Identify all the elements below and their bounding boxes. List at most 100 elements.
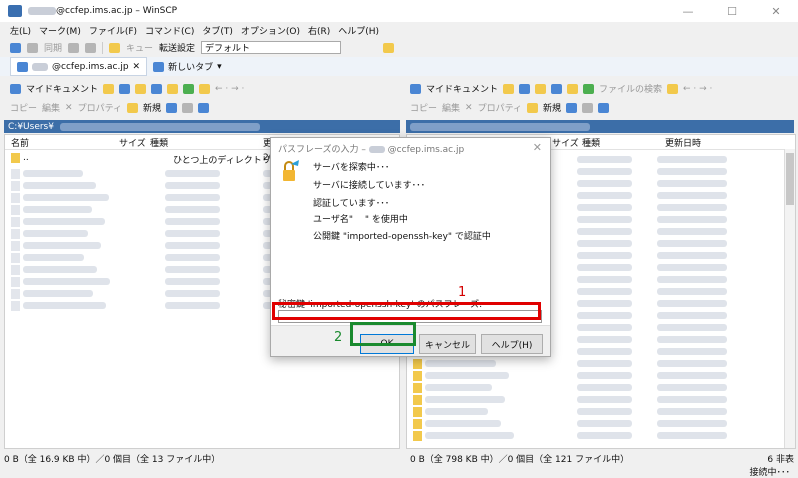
redacted-cell <box>165 206 220 213</box>
transfer-settings-value: デフォルト <box>205 44 251 54</box>
back-forward-icons[interactable]: ← · → · <box>215 84 244 94</box>
left-edit-button[interactable]: 編集 <box>42 101 60 114</box>
col-name[interactable]: 名前 <box>11 136 29 149</box>
compare-icon[interactable] <box>10 42 21 53</box>
select-minus-icon[interactable] <box>582 102 594 113</box>
right-path-bar[interactable] <box>406 120 794 133</box>
menu-left[interactable]: 左(L) <box>10 24 31 37</box>
tab-session[interactable]: @ccfep.ims.ac.jp ✕ <box>10 57 148 76</box>
tab-new[interactable]: 新しいタブ ▾ <box>147 58 228 75</box>
right-new-button[interactable]: 新規 <box>543 101 561 114</box>
left-copy-button[interactable]: コピー <box>10 101 37 114</box>
find-icon[interactable] <box>667 83 679 94</box>
table-row[interactable] <box>407 429 795 444</box>
extensions-icon[interactable] <box>383 42 395 53</box>
redacted-cell <box>23 218 105 225</box>
dialog-close-icon[interactable]: ✕ <box>533 141 542 154</box>
back-forward-icons[interactable]: ← · → · <box>683 84 712 94</box>
left-path-bar[interactable]: C:¥Users¥ <box>4 120 400 133</box>
open-folder-icon[interactable] <box>503 83 515 94</box>
chevron-down-icon[interactable]: ▾ <box>217 62 222 72</box>
menu-mark[interactable]: マーク(M) <box>39 24 81 37</box>
title-bar: @ccfep.ims.ac.jp – WinSCP — ☐ ✕ <box>0 0 798 22</box>
preferences-icon[interactable] <box>109 42 121 53</box>
redacted-cell <box>165 170 220 177</box>
menu-bar: 左(L) マーク(M) ファイル(F) コマンド(C) タブ(T) オプション(… <box>0 22 798 38</box>
file-icon <box>413 371 422 381</box>
redacted-cell <box>577 312 632 319</box>
sync-button[interactable]: 同期 <box>44 41 62 54</box>
parent-dir-icon[interactable] <box>135 83 147 94</box>
left-new-button[interactable]: 新規 <box>143 101 161 114</box>
menu-command[interactable]: コマンド(C) <box>145 24 194 37</box>
select-plus-icon[interactable] <box>566 102 578 113</box>
redacted-cell <box>657 408 727 415</box>
maximize-button[interactable]: ☐ <box>710 5 754 18</box>
redacted-cell <box>577 324 632 331</box>
console-icon[interactable] <box>68 42 80 53</box>
delete-icon[interactable]: ✕ <box>65 103 73 113</box>
col-size[interactable]: サイズ <box>119 136 146 149</box>
redacted-path <box>59 122 260 131</box>
select-minus-icon[interactable] <box>182 102 194 113</box>
menu-file[interactable]: ファイル(F) <box>89 24 137 37</box>
right-edit-button[interactable]: 編集 <box>442 101 460 114</box>
col-type[interactable]: 種類 <box>582 136 600 149</box>
redacted-cell <box>657 300 727 307</box>
minimize-button[interactable]: — <box>666 5 710 18</box>
filter-check-icon[interactable] <box>598 102 610 113</box>
transfer-settings-select[interactable]: デフォルト <box>201 41 342 54</box>
redacted-cell <box>577 396 632 403</box>
col-type[interactable]: 種類 <box>150 136 168 149</box>
filter-icon[interactable] <box>119 83 131 94</box>
window-controls: — ☐ ✕ <box>666 5 798 18</box>
putty-icon[interactable] <box>85 42 97 53</box>
highlight-ok-button <box>350 322 416 346</box>
delete-icon[interactable]: ✕ <box>465 103 473 113</box>
tab-close-icon[interactable]: ✕ <box>133 62 141 72</box>
refresh-icon[interactable] <box>583 83 595 94</box>
home-icon[interactable] <box>567 83 579 94</box>
window-title: @ccfep.ims.ac.jp – WinSCP <box>56 6 178 16</box>
home-icon[interactable] <box>167 83 179 94</box>
open-folder-icon[interactable] <box>103 83 115 94</box>
redacted-cell <box>165 266 220 273</box>
scrollbar-thumb[interactable] <box>786 153 794 205</box>
filter-check-icon[interactable] <box>198 102 210 113</box>
select-plus-icon[interactable] <box>166 102 178 113</box>
col-changed[interactable]: 更新日時 <box>665 136 701 149</box>
root-dir-icon[interactable] <box>551 83 563 94</box>
queue-button[interactable]: キュー <box>126 41 153 54</box>
find-icon[interactable] <box>199 83 211 94</box>
help-button[interactable]: ヘルプ(H) <box>481 334 543 354</box>
close-button[interactable]: ✕ <box>754 5 798 18</box>
right-scrollbar[interactable] <box>784 149 795 448</box>
menu-tab[interactable]: タブ(T) <box>202 24 233 37</box>
file-icon <box>11 181 20 191</box>
dialog-message: サーバに接続しています･･･ <box>313 181 426 191</box>
file-icon <box>11 229 20 239</box>
menu-help[interactable]: ヘルプ(H) <box>338 24 379 37</box>
cancel-button[interactable]: キャンセル <box>419 334 476 354</box>
left-properties-button[interactable]: プロパティ <box>78 101 122 114</box>
parent-dir-type: ひとつ上のディレクトリ <box>173 156 271 166</box>
redacted-cell <box>425 396 505 403</box>
menu-options[interactable]: オプション(O) <box>241 24 300 37</box>
root-dir-icon[interactable] <box>151 83 163 94</box>
redacted-cell <box>577 204 632 211</box>
right-find-files[interactable]: ファイルの検索 <box>599 82 662 95</box>
parent-dir-icon[interactable] <box>535 83 547 94</box>
right-copy-button[interactable]: コピー <box>410 101 437 114</box>
redacted-cell <box>165 302 220 309</box>
left-my-documents[interactable]: マイドキュメント <box>26 82 98 95</box>
redacted-cell <box>577 372 632 379</box>
right-properties-button[interactable]: プロパティ <box>478 101 522 114</box>
menu-right[interactable]: 右(R) <box>308 24 330 37</box>
right-my-documents[interactable]: マイドキュメント <box>426 82 498 95</box>
sync-browse-icon[interactable] <box>27 42 38 53</box>
redacted-cell <box>657 228 727 235</box>
col-size[interactable]: サイズ <box>552 136 579 149</box>
filter-icon[interactable] <box>519 83 531 94</box>
redacted-cell <box>657 372 727 379</box>
refresh-icon[interactable] <box>183 83 195 94</box>
